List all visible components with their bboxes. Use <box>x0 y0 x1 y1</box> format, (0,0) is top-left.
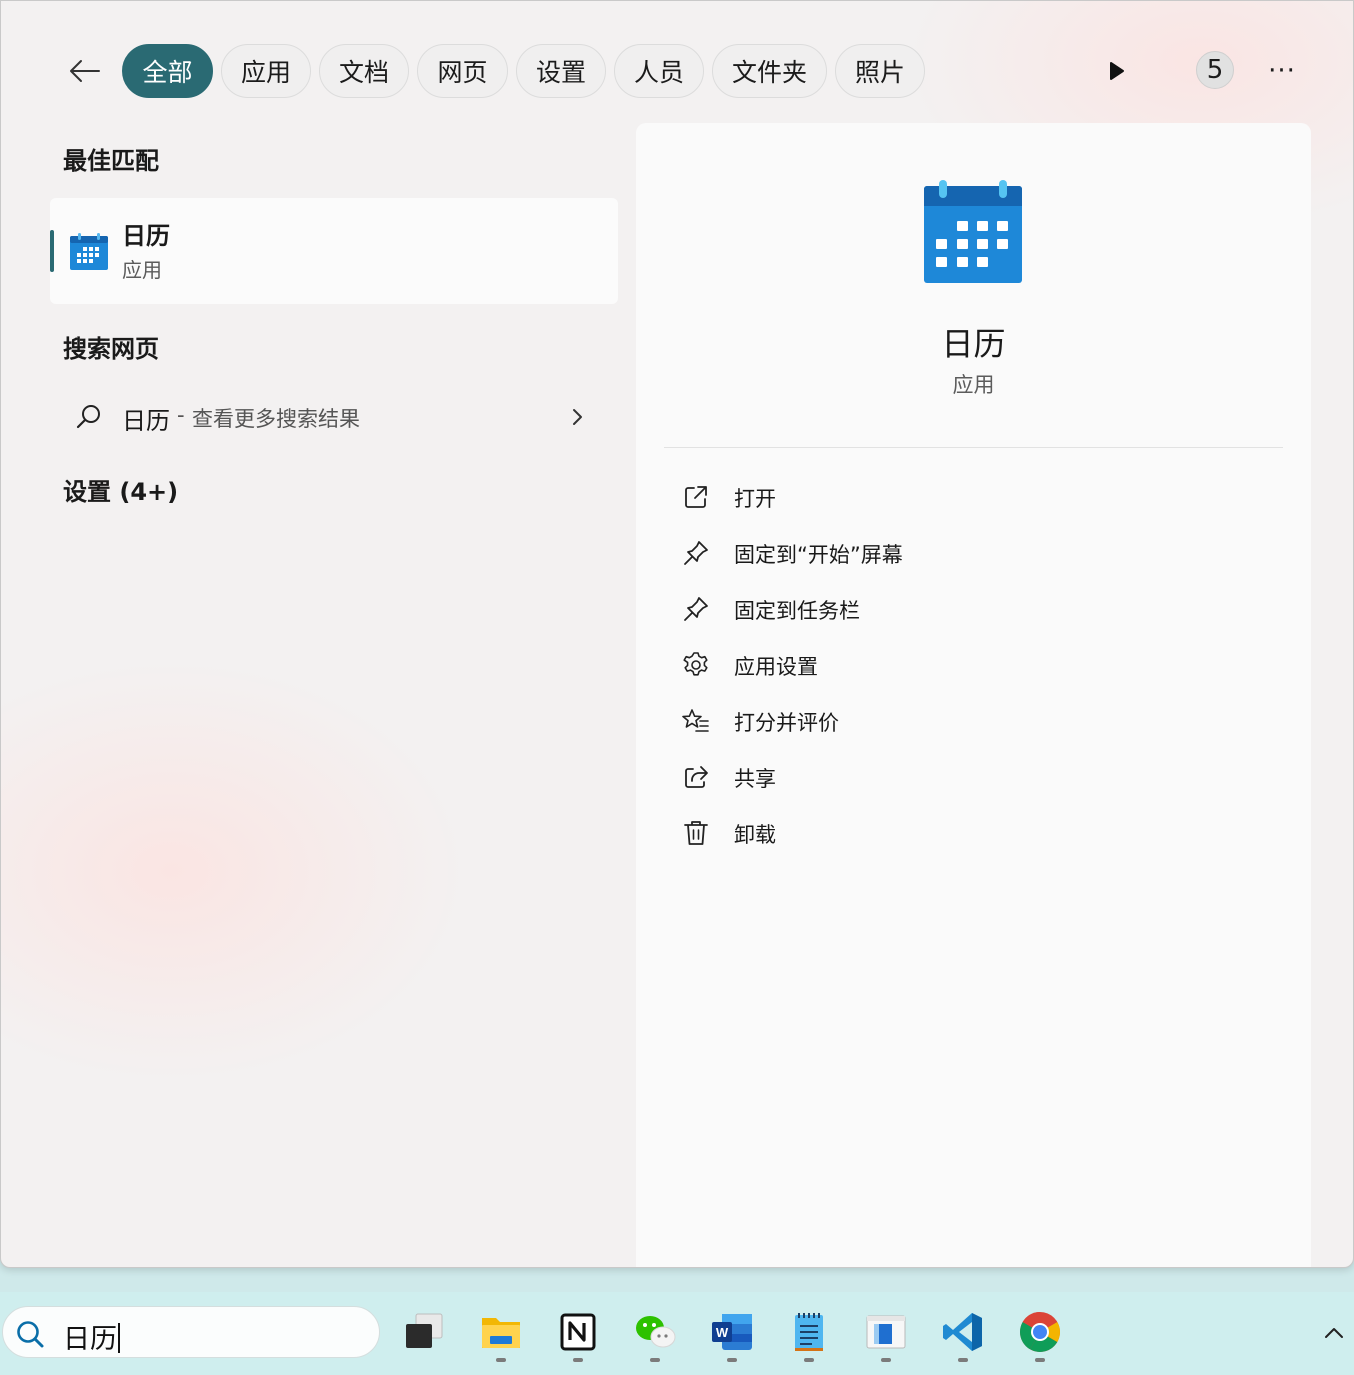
play-icon <box>1110 62 1124 80</box>
web-separator: - <box>177 403 185 427</box>
action-label: 固定到“开始”屏幕 <box>734 543 903 567</box>
wechat-button[interactable] <box>631 1310 679 1362</box>
taskbar: 日历 W <box>0 1292 1354 1375</box>
best-match-heading: 最佳匹配 <box>63 147 159 175</box>
action-app-settings[interactable]: 应用设置 <box>672 640 1272 690</box>
running-indicator <box>573 1358 583 1362</box>
text-caret <box>118 1323 120 1353</box>
running-indicator <box>727 1358 737 1362</box>
pin-icon <box>684 541 708 565</box>
search-icon <box>17 1321 44 1348</box>
calendar-large-icon <box>924 180 1022 283</box>
share-icon <box>685 766 708 788</box>
back-button[interactable] <box>65 51 105 91</box>
running-indicator <box>958 1358 968 1362</box>
action-label: 卸载 <box>734 823 776 847</box>
web-query: 日历 <box>122 407 170 435</box>
windows-app-button[interactable] <box>862 1310 910 1362</box>
chrome-icon <box>1020 1312 1060 1352</box>
best-match-item[interactable]: 日历 应用 <box>50 198 618 304</box>
notion-icon <box>560 1313 596 1351</box>
detail-app-name: 日历 <box>941 325 1006 363</box>
folder-icon <box>482 1318 520 1348</box>
word-button[interactable]: W <box>708 1310 756 1362</box>
scroll-tabs-button[interactable] <box>1099 53 1135 89</box>
action-label: 固定到任务栏 <box>734 599 860 623</box>
file-explorer-button[interactable] <box>477 1310 525 1362</box>
action-uninstall[interactable]: 卸载 <box>672 808 1272 858</box>
notepad-icon <box>795 1313 823 1351</box>
word-icon: W <box>712 1314 752 1350</box>
running-indicator <box>804 1358 814 1362</box>
svg-text:W: W <box>716 1325 729 1340</box>
web-search-result[interactable]: 日历 - 查看更多搜索结果 <box>63 389 603 445</box>
wechat-icon <box>636 1316 676 1348</box>
chevron-right-icon <box>573 409 582 425</box>
pin-icon <box>684 597 708 621</box>
tab-all[interactable]: 全部 <box>122 44 213 98</box>
tab-folders[interactable]: 文件夹 <box>712 44 827 98</box>
chevron-up-icon[interactable] <box>1322 1322 1346 1342</box>
task-view-icon <box>406 1313 443 1348</box>
divider <box>664 447 1283 448</box>
tab-apps[interactable]: 应用 <box>221 44 311 98</box>
search-icon <box>76 405 100 429</box>
action-rate-review[interactable]: 打分并评价 <box>672 696 1272 746</box>
selection-indicator <box>50 230 54 272</box>
action-pin-start[interactable]: 固定到“开始”屏幕 <box>672 528 1272 578</box>
running-indicator <box>650 1358 660 1362</box>
back-arrow-icon <box>70 60 100 82</box>
tab-photos[interactable]: 照片 <box>835 44 925 98</box>
taskbar-search-input[interactable]: 日历 <box>2 1306 380 1358</box>
search-text: 日历 <box>63 1324 117 1355</box>
notepad-button[interactable] <box>785 1310 833 1362</box>
calendar-icon <box>70 233 108 270</box>
vscode-button[interactable] <box>939 1310 987 1362</box>
tab-settings[interactable]: 设置 <box>516 44 606 98</box>
star-list-icon <box>682 709 709 732</box>
open-external-icon <box>685 486 707 508</box>
detail-app-kind: 应用 <box>952 373 995 397</box>
tab-web[interactable]: 网页 <box>417 44 508 98</box>
tab-people[interactable]: 人员 <box>614 44 704 98</box>
result-count-badge[interactable]: 5 <box>1196 51 1234 89</box>
gear-icon <box>683 652 708 676</box>
app-window-icon <box>866 1315 906 1349</box>
action-label: 共享 <box>734 767 776 791</box>
detail-panel: 日历 应用 打开 固定到“开始”屏幕 固定到任务栏 应用设置 打分并评价 共享 … <box>636 123 1311 1267</box>
running-indicator <box>881 1358 891 1362</box>
running-indicator <box>1035 1358 1045 1362</box>
action-pin-taskbar[interactable]: 固定到任务栏 <box>672 584 1272 634</box>
settings-heading[interactable]: 设置 (4+) <box>63 472 178 507</box>
tab-documents[interactable]: 文档 <box>319 44 409 98</box>
action-label: 应用设置 <box>734 655 818 679</box>
trash-icon <box>684 821 708 845</box>
action-label: 打分并评价 <box>734 711 839 735</box>
web-search-heading: 搜索网页 <box>63 335 159 363</box>
best-match-name: 日历 <box>122 222 170 250</box>
web-hint: 查看更多搜索结果 <box>192 407 360 431</box>
search-window: 全部 应用 文档 网页 设置 人员 文件夹 照片 5 ··· 最佳匹配 日历 应… <box>0 0 1354 1268</box>
action-label: 打开 <box>734 487 776 511</box>
vscode-icon <box>943 1313 982 1351</box>
task-view-button[interactable] <box>400 1310 448 1358</box>
action-share[interactable]: 共享 <box>672 752 1272 802</box>
chrome-button[interactable] <box>1016 1310 1064 1362</box>
more-options-button[interactable]: ··· <box>1263 53 1301 89</box>
running-indicator <box>496 1358 506 1362</box>
best-match-kind: 应用 <box>122 258 162 282</box>
action-open[interactable]: 打开 <box>672 472 1272 522</box>
notion-button[interactable] <box>554 1310 602 1362</box>
